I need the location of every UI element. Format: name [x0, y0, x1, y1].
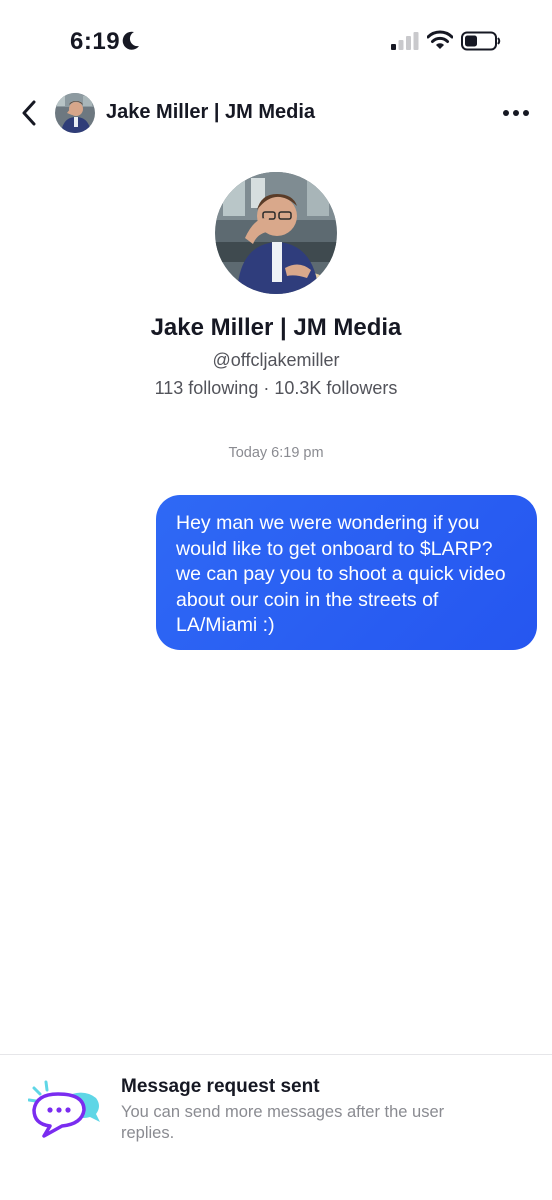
message-request-icon — [28, 1080, 100, 1138]
profile-stats: 113 following · 10.3K followers — [154, 378, 398, 398]
divider — [0, 1054, 552, 1055]
request-sent-title: Message request sent — [121, 1076, 320, 1097]
moon-icon — [122, 31, 139, 50]
signal-icon — [391, 32, 419, 50]
outgoing-message-bubble[interactable]: Hey man we were wondering if you would l… — [156, 495, 537, 650]
avatar-photo — [55, 93, 95, 133]
profile-name[interactable]: Jake Miller | JM Media — [0, 314, 552, 342]
header-avatar[interactable] — [55, 93, 95, 133]
wifi-icon — [427, 30, 453, 49]
profile-avatar[interactable] — [215, 172, 337, 294]
chat-header: Jake Miller | JM Media — [0, 85, 552, 141]
chevron-left-icon — [22, 100, 36, 126]
request-sent-subtitle: You can send more messages after the use… — [121, 1103, 445, 1142]
avatar-photo — [215, 172, 337, 294]
status-time: 6:19 — [70, 28, 121, 55]
header-title: Jake Miller | JM Media — [106, 101, 316, 123]
profile-handle: @offcljakemiller — [212, 350, 340, 370]
more-options-button[interactable] — [498, 99, 534, 127]
status-bar: 6:19 — [0, 0, 552, 80]
battery-icon — [461, 31, 501, 51]
back-button[interactable] — [16, 97, 42, 129]
message-timestamp: Today 6:19 pm — [228, 445, 324, 461]
more-icon — [503, 110, 529, 116]
